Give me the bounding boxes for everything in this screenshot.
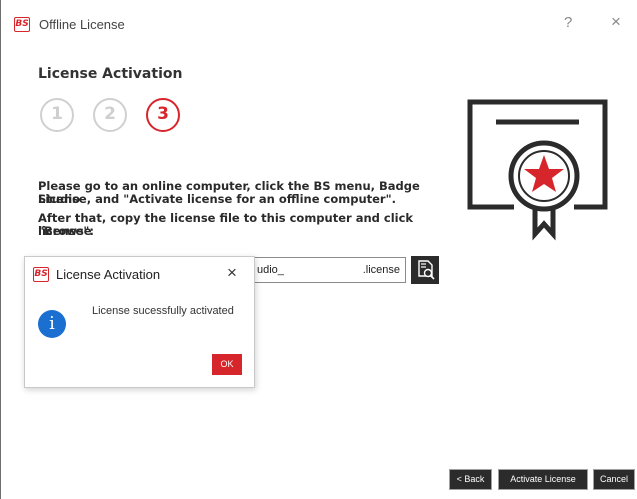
dialog-close-button[interactable]: × (227, 263, 237, 283)
browse-license-button[interactable] (411, 256, 439, 284)
cancel-button[interactable]: Cancel (593, 469, 635, 490)
info-icon: i (38, 310, 66, 338)
certificate-icon (467, 99, 608, 241)
file-search-icon (418, 260, 435, 280)
title-bar: BS Offline License ? × (1, 0, 637, 52)
page-heading: License Activation (38, 66, 183, 82)
dialog-message: License sucessfully activated (92, 305, 234, 317)
instruction-line-2: License, and "Activate license for an of… (38, 192, 396, 206)
dialog-title: License Activation (56, 267, 161, 282)
window-border (0, 0, 1, 499)
activate-license-button[interactable]: Activate License (498, 469, 588, 490)
window-title: Offline License (39, 17, 125, 32)
step-3-indicator: 3 (146, 98, 180, 132)
back-button[interactable]: < Back (449, 469, 492, 490)
step-2-indicator: 2 (93, 98, 127, 132)
activation-dialog: BS License Activation × i License sucess… (24, 256, 255, 388)
license-file-name: udio_ (257, 264, 284, 276)
ok-button[interactable]: OK (212, 354, 242, 375)
app-logo-icon: BS (14, 17, 30, 32)
step-1-indicator: 1 (40, 98, 74, 132)
dialog-logo-icon: BS (33, 267, 49, 282)
license-file-extension: .license (362, 264, 400, 276)
instruction-line-4: license": (38, 224, 94, 238)
help-button[interactable]: ? (564, 14, 572, 31)
close-window-button[interactable]: × (611, 12, 621, 32)
